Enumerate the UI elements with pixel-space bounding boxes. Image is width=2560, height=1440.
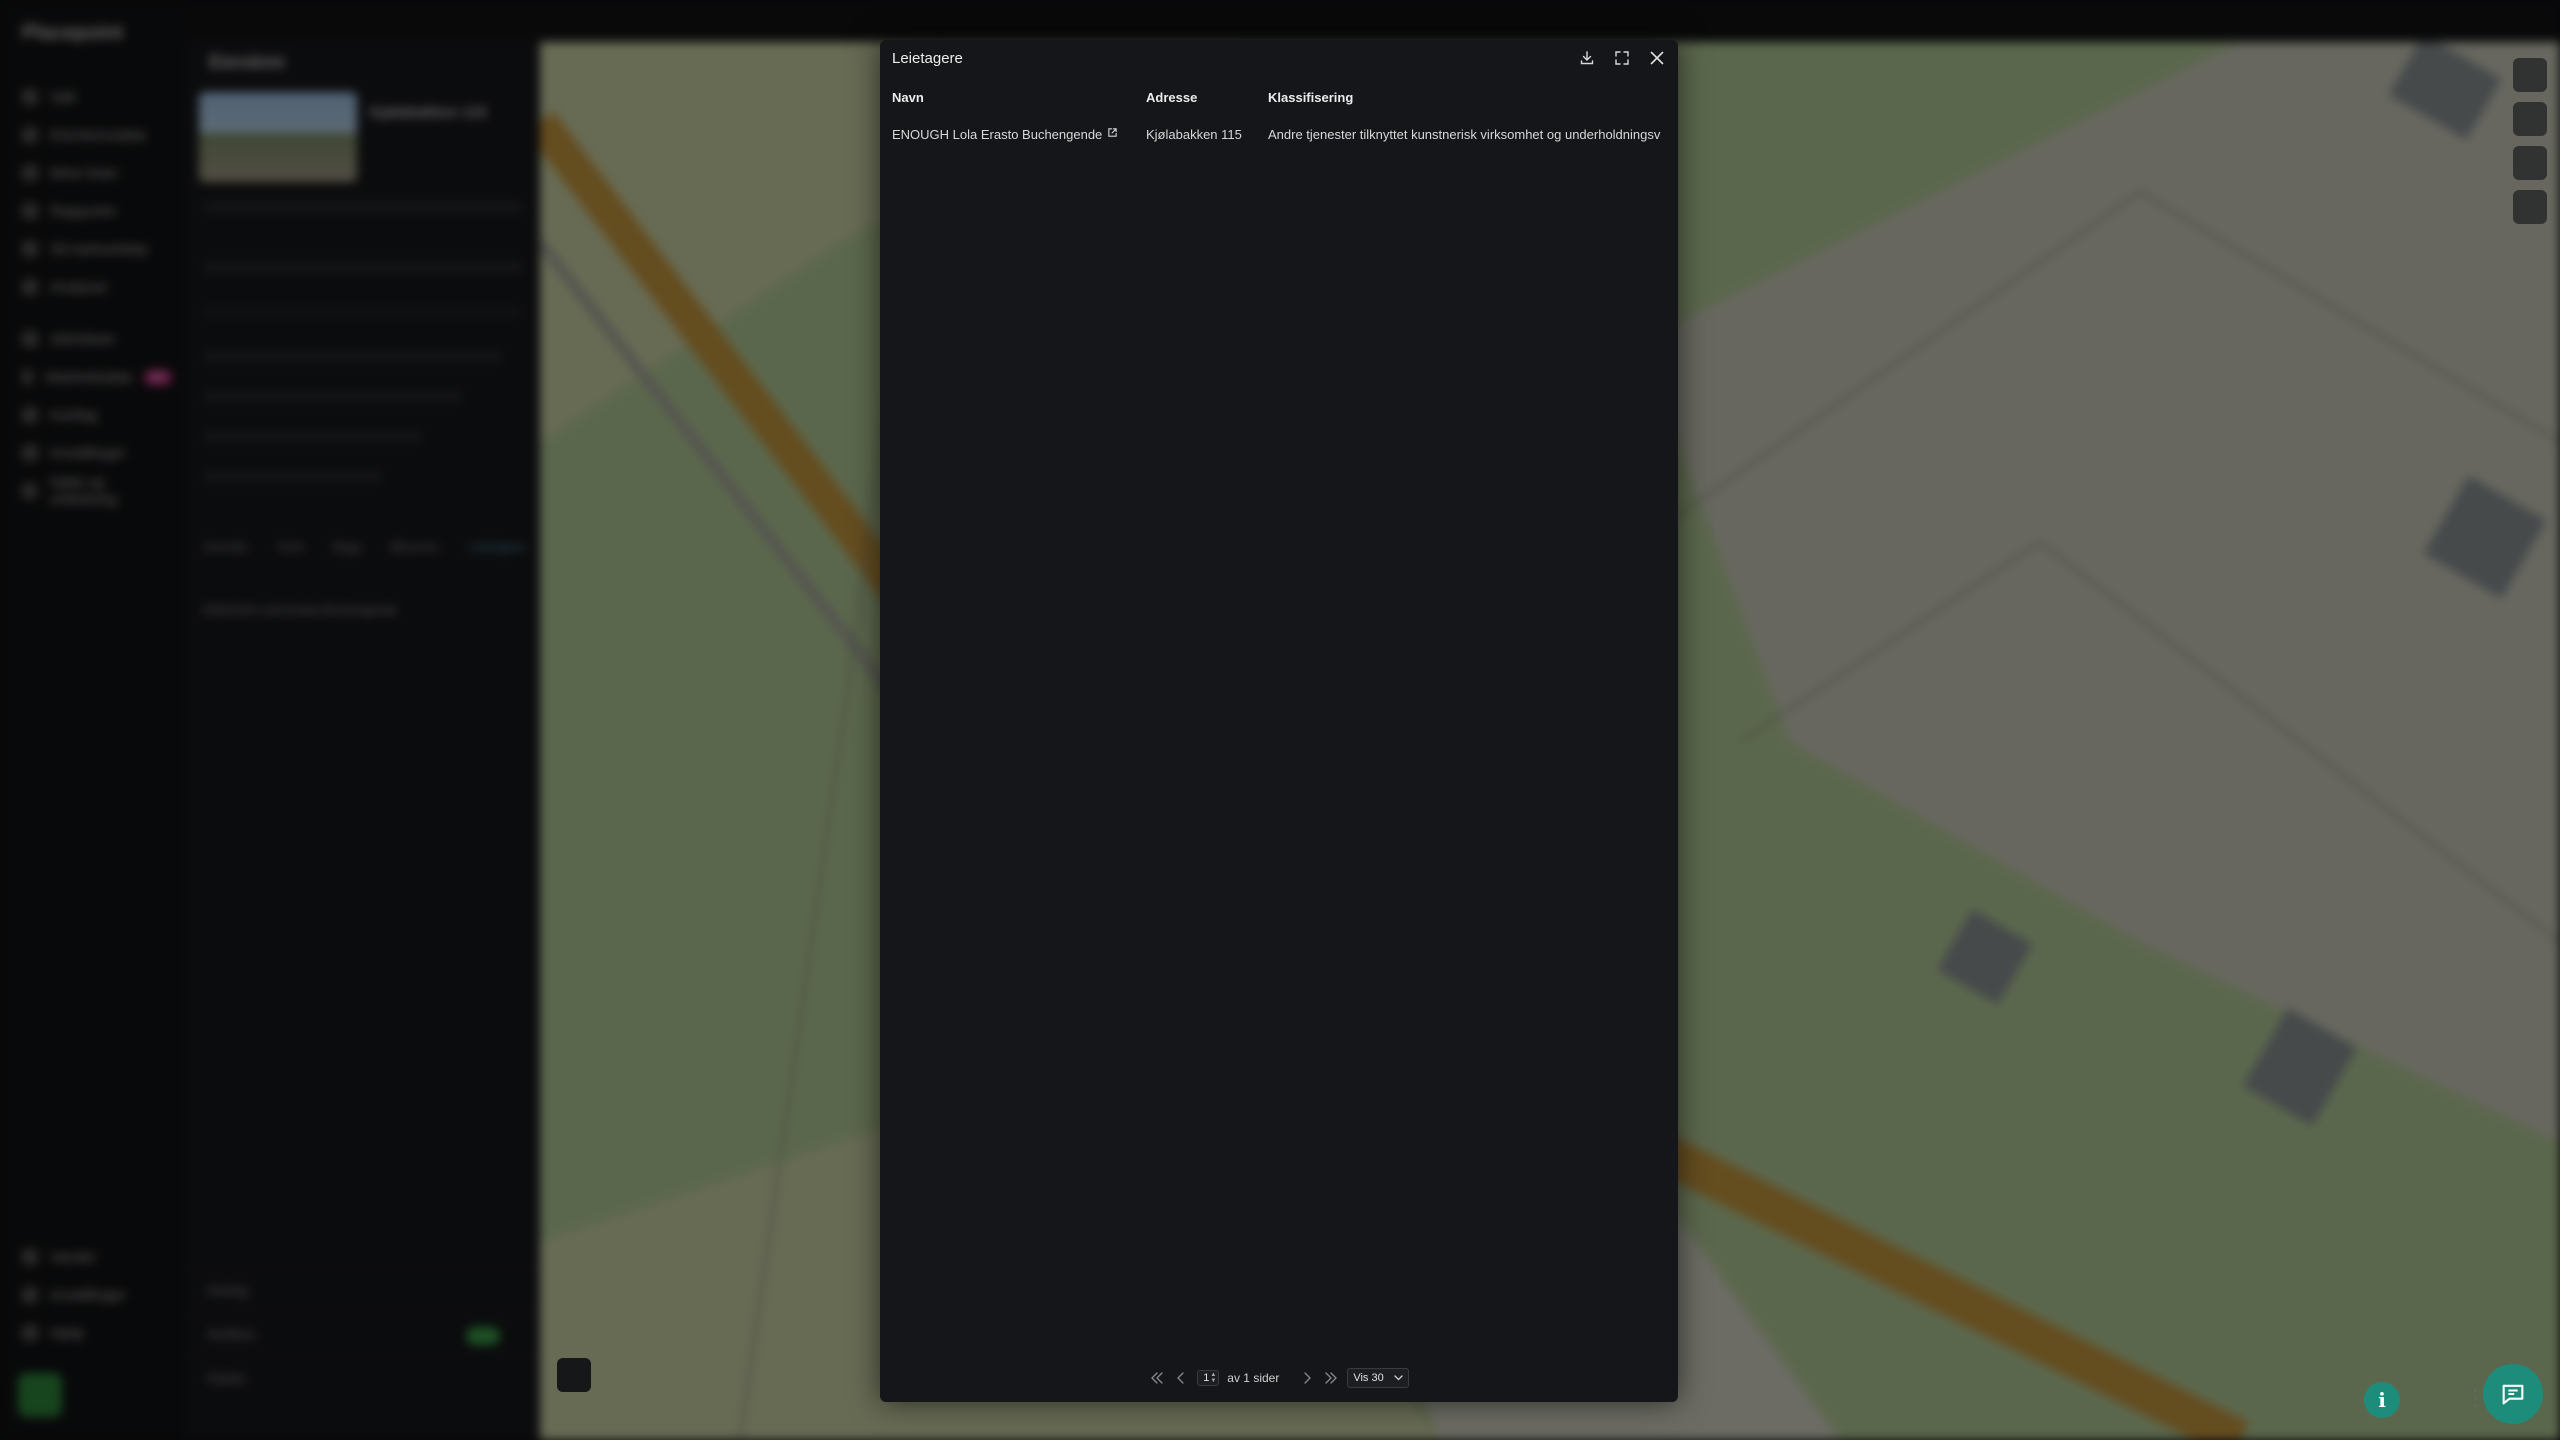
stepper-icon[interactable]: ▲ ▼ (1210, 1372, 1216, 1384)
map-compass-button[interactable] (2513, 146, 2547, 180)
external-link-icon[interactable] (1107, 117, 1118, 151)
table-row[interactable]: ENOUGH Lola Erasto Buchengende Kjølabakk… (880, 118, 1678, 152)
rows-per-page-select[interactable]: Vis 30 (1347, 1368, 1409, 1388)
download-icon[interactable] (1577, 48, 1597, 68)
modal-header: Leietagere (880, 40, 1678, 76)
table-header: Navn Adresse Klassifisering (880, 88, 1678, 118)
map-zoom-out-button[interactable] (2513, 102, 2547, 136)
tenant-address: Kjølabakken 115 (1146, 127, 1242, 142)
map-layers-button[interactable] (2513, 190, 2547, 224)
column-header-classification[interactable]: Klassifisering (1268, 88, 1353, 108)
fullscreen-icon[interactable] (1612, 48, 1632, 68)
map-zoom-in-button[interactable] (2513, 58, 2547, 92)
column-header-name[interactable]: Navn (892, 88, 924, 108)
tenants-table: Navn Adresse Klassifisering ENOUGH Lola … (880, 88, 1678, 152)
last-page-icon[interactable] (1323, 1370, 1339, 1386)
close-icon[interactable] (1647, 48, 1667, 68)
chevron-down-icon (1394, 1375, 1403, 1381)
tenant-name-cell[interactable]: ENOUGH Lola Erasto Buchengende (892, 118, 1118, 152)
info-icon[interactable]: i (2364, 1382, 2400, 1418)
next-page-icon[interactable] (1299, 1370, 1315, 1386)
chat-icon[interactable] (2483, 1364, 2543, 1424)
tenant-classification: Andre tjenester tilknyttet kunstnerisk v… (1268, 127, 1661, 142)
page-count-label: av 1 sider (1227, 1371, 1280, 1385)
page-number-input[interactable]: 1 ▲ ▼ (1197, 1370, 1220, 1386)
column-header-address[interactable]: Adresse (1146, 88, 1197, 108)
tenant-name: ENOUGH Lola Erasto Buchengende (892, 127, 1103, 142)
modal-title: Leietagere (892, 50, 963, 67)
tenants-modal: Leietagere Navn Adresse Klassifisering E… (880, 40, 1678, 1402)
prev-page-icon[interactable] (1173, 1370, 1189, 1386)
first-page-icon[interactable] (1149, 1370, 1165, 1386)
pagination: 1 ▲ ▼ av 1 sider Vis 30 (880, 1363, 1678, 1393)
map-tool-button[interactable] (557, 1358, 591, 1392)
